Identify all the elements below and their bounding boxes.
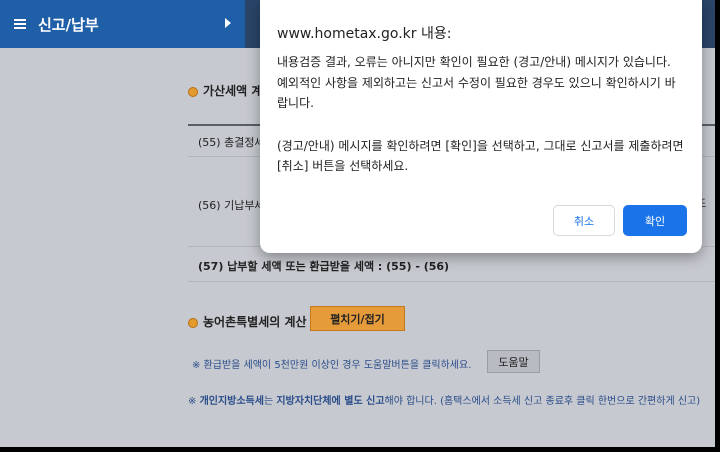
dialog-message-line: 내용검증 결과, 오류는 아니지만 확인이 필요한 (경고/안내) 메시지가 있… bbox=[277, 55, 671, 69]
row-label-56: (56) 기납부세 bbox=[198, 199, 265, 212]
dialog-message-line: (경고/안내) 메시지를 확인하려면 [확인]을 선택하고, 그대로 신고서를 … bbox=[277, 138, 684, 174]
farm-section-label: 농어촌특별세의 계산 bbox=[203, 315, 307, 329]
chevron-right-icon bbox=[225, 18, 231, 28]
ok-button[interactable]: 확인 bbox=[623, 205, 687, 236]
note-rest: 해야 합니다. (홈택스에서 소득세 신고 종료후 클릭 한번으로 간편하게 신… bbox=[384, 396, 701, 407]
help-button[interactable]: 도움말 bbox=[487, 350, 540, 373]
dialog-message-line: 예외적인 사항을 제외하고는 신고서 수정이 필요한 경우도 있으니 확인하시기… bbox=[277, 75, 676, 111]
alert-dialog: www.hometax.go.kr 내용: 내용검증 결과, 오류는 아니지만 … bbox=[260, 0, 702, 253]
hamburger-icon bbox=[14, 19, 26, 29]
penalty-section-label: 가산세액 계 bbox=[203, 84, 263, 98]
row-label-57: (57) 납부할 세액 또는 환급받을 세액 : (55) - (56) bbox=[198, 260, 450, 273]
cancel-button[interactable]: 취소 bbox=[553, 205, 615, 236]
dialog-title: www.hometax.go.kr 내용: bbox=[277, 26, 452, 42]
note-prefix: ※ bbox=[188, 396, 200, 407]
local-tax-note: ※ 개인지방소득세는 지방자치단체에 별도 신고해야 합니다. (홈택스에서 소… bbox=[188, 392, 700, 407]
row-label-55: (55) 총결정세 bbox=[198, 136, 265, 149]
farm-tax-section-title: 농어촌특별세의 계산 bbox=[188, 313, 307, 330]
menu-title: 신고/납부 bbox=[38, 15, 99, 34]
note-mid: 는 bbox=[263, 396, 277, 407]
penalty-section-title: 가산세액 계 bbox=[188, 82, 262, 99]
fold-toggle-button[interactable]: 펼치기/접기 bbox=[310, 306, 405, 331]
note-bold-local-tax: 개인지방소득세 bbox=[199, 396, 264, 407]
bullet-icon bbox=[188, 86, 198, 97]
dialog-message: 내용검증 결과, 오류는 아니지만 확인이 필요한 (경고/안내) 메시지가 있… bbox=[277, 52, 685, 177]
bullet-icon bbox=[188, 317, 198, 328]
refund-note: ※ 환급받을 세액이 5천만원 이상인 경우 도움말버튼을 클릭하세요. bbox=[192, 360, 472, 371]
note-bold-separate-filing: 지방자치단체에 별도 신고 bbox=[276, 396, 385, 407]
menu-toggle[interactable]: 신고/납부 bbox=[0, 0, 245, 48]
